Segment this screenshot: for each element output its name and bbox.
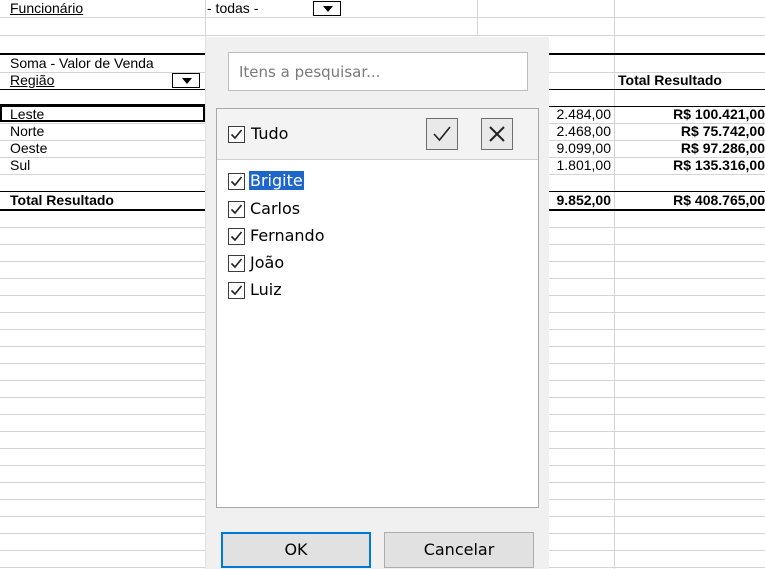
row-total-value[interactable]: R$ 97.286,00 bbox=[616, 140, 765, 157]
row-total-value[interactable]: R$ 135.316,00 bbox=[616, 157, 765, 174]
select-all-label: Tudo bbox=[251, 124, 289, 143]
ok-button[interactable]: OK bbox=[221, 532, 371, 568]
check-icon bbox=[230, 258, 243, 269]
cancel-button[interactable]: Cancelar bbox=[384, 532, 534, 568]
page-field-dropdown-button[interactable] bbox=[313, 1, 341, 16]
row-label-oeste[interactable]: Oeste bbox=[10, 140, 47, 157]
grand-total-label[interactable]: Total Resultado bbox=[10, 192, 114, 209]
row-field-label[interactable]: Região bbox=[10, 72, 170, 89]
row-label-norte[interactable]: Norte bbox=[10, 123, 44, 140]
select-all-checkbox[interactable] bbox=[228, 126, 245, 143]
item-checkbox[interactable] bbox=[228, 201, 245, 218]
item-checkbox[interactable] bbox=[228, 282, 245, 299]
row-label-leste[interactable]: Leste bbox=[10, 106, 44, 123]
partial-value[interactable]: 9.099,00 bbox=[548, 140, 612, 157]
check-icon bbox=[230, 176, 243, 187]
column-divider bbox=[614, 0, 615, 569]
row-divider bbox=[0, 35, 765, 36]
partial-value[interactable]: 2.468,00 bbox=[548, 123, 612, 140]
search-box[interactable] bbox=[228, 52, 528, 91]
page-field-label[interactable]: Funcionário bbox=[10, 0, 200, 17]
row-label-sul[interactable]: Sul bbox=[10, 157, 30, 174]
column-divider bbox=[477, 0, 478, 36]
data-field-label: Soma - Valor de Venda bbox=[10, 55, 154, 71]
item-checkbox[interactable] bbox=[228, 228, 245, 245]
member-list[interactable]: Tudo Brigite Carlos Fernando João Luiz bbox=[216, 108, 539, 508]
check-icon bbox=[230, 285, 243, 296]
row-field-dropdown-button[interactable] bbox=[172, 73, 200, 88]
partial-value[interactable]: 2.484,00 bbox=[548, 106, 612, 123]
check-icon bbox=[230, 204, 243, 215]
grand-total-value[interactable]: R$ 408.765,00 bbox=[616, 192, 765, 209]
item-checkbox[interactable] bbox=[228, 255, 245, 272]
item-checkbox[interactable] bbox=[228, 173, 245, 190]
filter-popup: Tudo Brigite Carlos Fernando bbox=[205, 37, 549, 569]
item-label: Carlos bbox=[250, 199, 301, 218]
select-all-row[interactable]: Tudo bbox=[217, 109, 538, 160]
item-label: Brigite bbox=[249, 171, 304, 190]
check-icon bbox=[433, 126, 451, 142]
partial-value[interactable]: 1.801,00 bbox=[548, 157, 612, 174]
column-total-header: Total Resultado bbox=[618, 72, 722, 88]
uncheck-all-button[interactable] bbox=[481, 118, 513, 150]
check-icon bbox=[230, 231, 243, 242]
grand-total-partial[interactable]: 9.852,00 bbox=[548, 192, 612, 209]
check-all-button[interactable] bbox=[426, 118, 458, 150]
item-label: João bbox=[250, 253, 285, 272]
page-field-value[interactable]: - todas - bbox=[207, 0, 287, 17]
row-total-value[interactable]: R$ 75.742,00 bbox=[616, 123, 765, 140]
close-icon bbox=[489, 126, 505, 142]
check-icon bbox=[230, 129, 243, 140]
row-divider bbox=[0, 17, 765, 18]
item-label: Fernando bbox=[250, 226, 325, 245]
search-input[interactable] bbox=[237, 53, 521, 91]
row-total-value[interactable]: R$ 100.421,00 bbox=[616, 106, 765, 123]
item-label: Luiz bbox=[250, 280, 282, 299]
